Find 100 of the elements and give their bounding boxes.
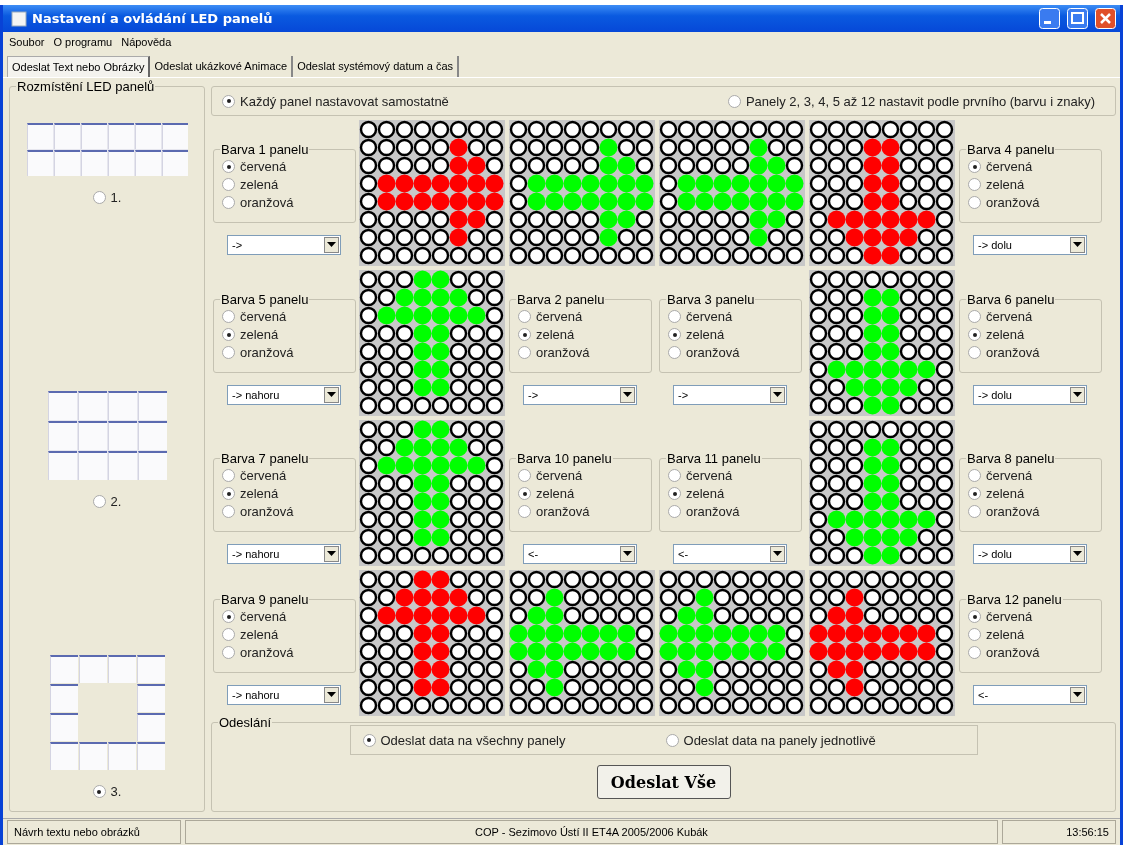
radio-label[interactable]: červená [986, 159, 1033, 174]
radio-label[interactable]: 2. [110, 494, 122, 509]
radio-button[interactable] [665, 733, 679, 747]
radio-button[interactable] [668, 469, 681, 482]
radio-label[interactable]: 1. [110, 190, 122, 205]
radio-button[interactable] [222, 469, 235, 482]
radio-button[interactable] [222, 160, 235, 173]
direction-dropdown[interactable]: -> [523, 384, 637, 405]
direction-dropdown[interactable]: -> nahoru [227, 543, 341, 564]
radio-button[interactable] [518, 310, 531, 323]
radio-label[interactable]: oranžová [986, 195, 1040, 210]
radio-button[interactable] [518, 487, 531, 500]
radio-button[interactable] [222, 310, 235, 323]
radio-label[interactable]: zelená [986, 486, 1025, 501]
radio-button[interactable] [668, 346, 681, 359]
radio-button[interactable] [968, 178, 981, 191]
direction-dropdown[interactable]: -> nahoru [227, 384, 341, 405]
radio-label[interactable]: oranžová [686, 504, 740, 519]
radio-button[interactable] [222, 346, 235, 359]
radio-label[interactable]: červená [240, 159, 287, 174]
radio-label[interactable]: oranžová [986, 504, 1040, 519]
radio-label[interactable]: oranžová [240, 195, 294, 210]
radio-button[interactable] [222, 94, 235, 108]
radio-label[interactable]: červená [686, 468, 733, 483]
tab[interactable]: Odeslat ukázkové Animace [150, 56, 294, 77]
radio-button[interactable] [222, 610, 235, 623]
radio-button[interactable] [968, 469, 981, 482]
radio-button[interactable] [968, 310, 981, 323]
radio-button[interactable] [222, 328, 235, 341]
radio-label[interactable]: červená [986, 309, 1033, 324]
radio-button[interactable] [968, 610, 981, 623]
menu-item[interactable]: Soubor [9, 36, 45, 50]
radio-label[interactable]: oranžová [536, 504, 590, 519]
radio-label[interactable]: zelená [536, 327, 575, 342]
radio-label[interactable]: zelená [686, 327, 725, 342]
direction-dropdown[interactable]: -> dolu [973, 234, 1087, 255]
radio-button[interactable] [968, 628, 981, 641]
radio-button[interactable] [668, 328, 681, 341]
direction-dropdown[interactable]: -> [673, 384, 787, 405]
maximize-icon[interactable] [1067, 8, 1088, 29]
direction-dropdown[interactable]: <- [523, 543, 637, 564]
radio-button[interactable] [668, 310, 681, 323]
radio-label[interactable]: červená [536, 468, 583, 483]
radio-button[interactable] [222, 505, 235, 518]
radio-button[interactable] [668, 505, 681, 518]
radio-label[interactable]: červená [240, 468, 287, 483]
radio-button[interactable] [518, 469, 531, 482]
radio-label[interactable]: Každý panel nastavovat samostatně [240, 93, 449, 109]
radio-button[interactable] [518, 328, 531, 341]
radio-label[interactable]: oranžová [240, 504, 294, 519]
radio-button[interactable] [518, 346, 531, 359]
direction-dropdown[interactable]: -> [227, 234, 341, 255]
radio-label[interactable]: zelená [686, 486, 725, 501]
radio-button[interactable] [968, 160, 981, 173]
radio-button[interactable] [668, 487, 681, 500]
tab[interactable]: Odeslat Text nebo Obrázky [7, 56, 151, 77]
send-button[interactable]: Odeslat Vše [596, 765, 731, 799]
radio-button[interactable] [968, 346, 981, 359]
radio-button[interactable] [92, 495, 106, 508]
radio-label[interactable]: červená [986, 468, 1033, 483]
radio-label[interactable]: 3. [110, 784, 122, 799]
radio-button[interactable] [968, 196, 981, 209]
minimize-icon[interactable] [1039, 8, 1060, 29]
menu-item[interactable]: Nápověda [121, 36, 172, 50]
radio-label[interactable]: oranžová [240, 345, 294, 360]
radio-label[interactable]: Odeslat data na panely jednotlivě [683, 732, 876, 748]
radio-label[interactable]: oranžová [240, 645, 294, 660]
radio-label[interactable]: červená [240, 609, 287, 624]
radio-label[interactable]: zelená [986, 327, 1025, 342]
radio-label[interactable]: oranžová [536, 345, 590, 360]
radio-button[interactable] [518, 505, 531, 518]
radio-label[interactable]: Panely 2, 3, 4, 5 až 12 nastavit podle prvního (barvu i znaky) [745, 93, 1095, 109]
menu-item[interactable]: O programu [53, 36, 113, 50]
close-icon[interactable] [1095, 8, 1116, 29]
radio-button[interactable] [222, 646, 235, 659]
radio-button[interactable] [727, 94, 741, 108]
radio-label[interactable]: červená [686, 309, 733, 324]
radio-button[interactable] [968, 505, 981, 518]
radio-label[interactable]: červená [240, 309, 287, 324]
tab[interactable]: Odeslat systémový datum a čas [293, 56, 460, 77]
direction-dropdown[interactable]: -> dolu [973, 384, 1087, 405]
radio-button[interactable] [968, 487, 981, 500]
radio-button[interactable] [92, 191, 106, 204]
radio-label[interactable]: oranžová [686, 345, 740, 360]
radio-button[interactable] [222, 487, 235, 500]
direction-dropdown[interactable]: <- [673, 543, 787, 564]
radio-button[interactable] [968, 328, 981, 341]
radio-label[interactable]: oranžová [986, 345, 1040, 360]
radio-label[interactable]: zelená [986, 627, 1025, 642]
radio-label[interactable]: zelená [986, 177, 1025, 192]
radio-button[interactable] [222, 178, 235, 191]
radio-button[interactable] [92, 785, 106, 798]
radio-label[interactable]: Odeslat data na všechny panely [380, 732, 566, 748]
radio-label[interactable]: oranžová [986, 645, 1040, 660]
radio-label[interactable]: zelená [536, 486, 575, 501]
radio-label[interactable]: zelená [240, 327, 279, 342]
radio-button[interactable] [362, 733, 376, 747]
radio-label[interactable]: červená [536, 309, 583, 324]
radio-button[interactable] [222, 628, 235, 641]
radio-button[interactable] [968, 646, 981, 659]
